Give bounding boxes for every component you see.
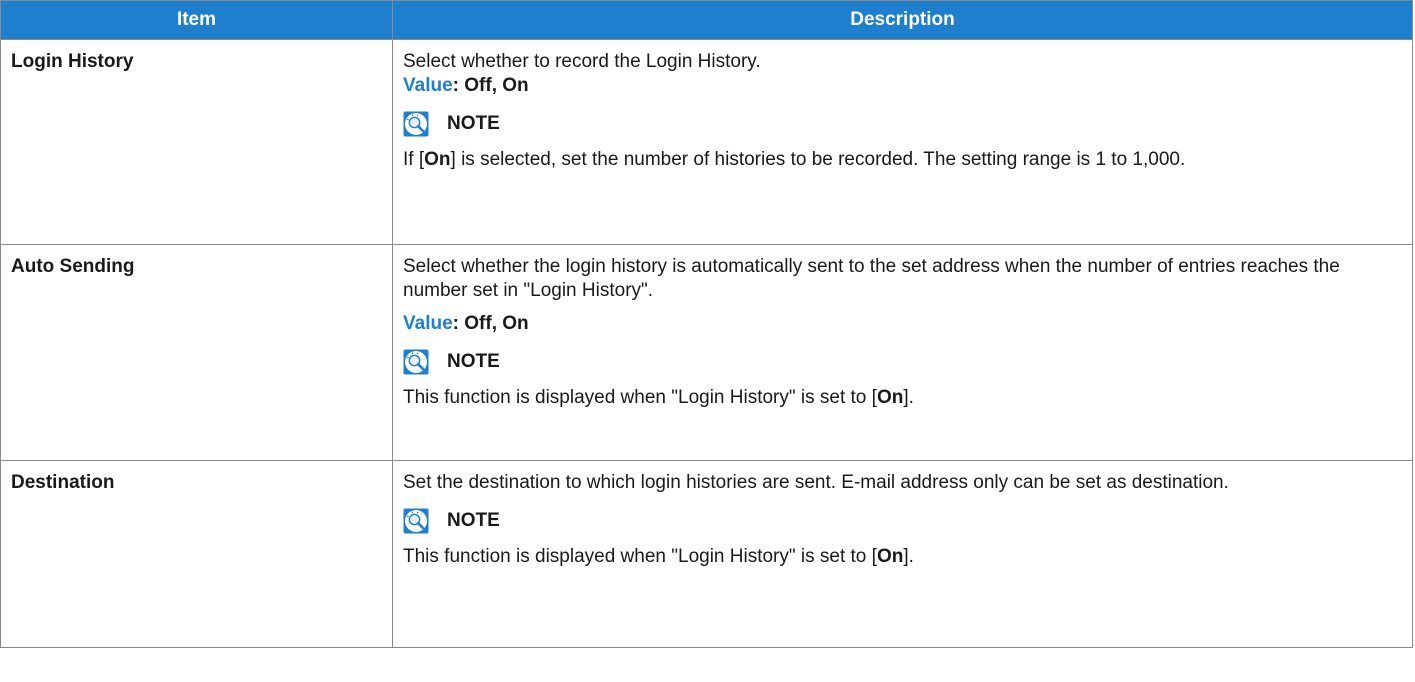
description-column-header: Description xyxy=(392,0,1413,40)
item-name: Auto Sending xyxy=(0,244,393,461)
value-label: Value xyxy=(403,313,453,334)
note-lightbulb-icon xyxy=(403,111,429,137)
value-options: : Off, On xyxy=(452,313,529,334)
on-option-label: On xyxy=(876,546,904,567)
description-text: Select whether the login history is auto… xyxy=(403,256,1340,301)
settings-table: Item Description Login History Select wh… xyxy=(0,0,1413,648)
item-name: Login History xyxy=(0,39,393,245)
value-line: Value: Off, On xyxy=(403,312,1402,336)
note-title: NOTE xyxy=(447,113,500,134)
table-header-row: Item Description xyxy=(0,0,1413,40)
note-title: NOTE xyxy=(447,510,500,531)
on-option-label: On xyxy=(876,387,904,408)
table-row: Login History Select whether to record t… xyxy=(0,39,1413,245)
table-row: Auto Sending Select whether the login hi… xyxy=(0,244,1413,461)
description-text: Select whether to record the Login Histo… xyxy=(403,51,761,72)
description-cell: Select whether the login history is auto… xyxy=(392,244,1413,461)
value-label: Value xyxy=(403,75,453,96)
description-text: Set the destination to which login histo… xyxy=(403,472,1229,493)
description-cell: Select whether to record the Login Histo… xyxy=(392,39,1413,245)
note-lightbulb-icon xyxy=(403,349,429,375)
note-text: This function is displayed when "Login H… xyxy=(403,387,914,408)
item-name: Destination xyxy=(0,460,393,648)
value-options: : Off, On xyxy=(452,75,529,96)
description-cell: Set the destination to which login histo… xyxy=(392,460,1413,648)
note-heading: NOTE xyxy=(403,507,1402,535)
value-line: Value: Off, On xyxy=(403,74,1402,98)
note-heading: NOTE xyxy=(403,348,1402,376)
table-row: Destination Set the destination to which… xyxy=(0,460,1413,648)
on-option-label: On xyxy=(424,149,451,170)
note-title: NOTE xyxy=(447,351,500,372)
note-lightbulb-icon xyxy=(403,508,429,534)
note-text: If [On] is selected, set the number of h… xyxy=(403,149,1186,170)
note-text: This function is displayed when "Login H… xyxy=(403,546,914,567)
note-heading: NOTE xyxy=(403,110,1402,138)
item-column-header: Item xyxy=(0,0,393,40)
